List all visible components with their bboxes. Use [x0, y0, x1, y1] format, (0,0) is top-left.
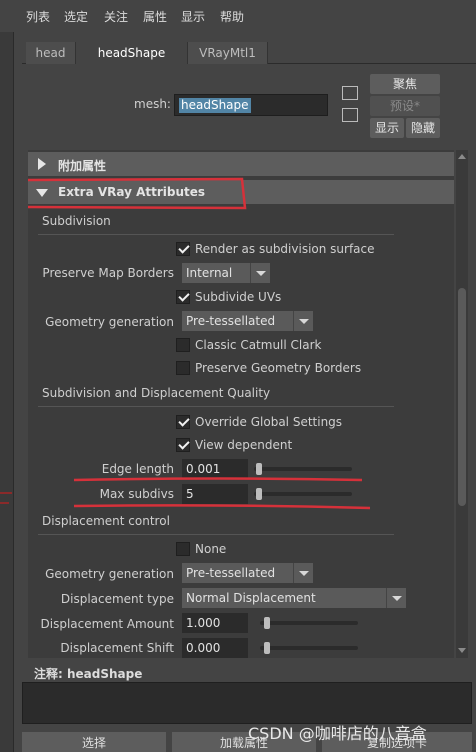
- section-divider: [38, 234, 394, 235]
- collapsed-arrow-icon: [38, 158, 46, 170]
- menu-help[interactable]: 帮助: [220, 8, 244, 25]
- geometry-generation-label: Geometry generation: [45, 315, 174, 329]
- watermark-text: CSDN @咖啡店的八音盒: [248, 724, 427, 743]
- menu-bar: 列表 选定 关注 属性 显示 帮助: [0, 0, 476, 32]
- extra-attributes-label: 附加属性: [58, 159, 107, 173]
- preserve-map-borders-label: Preserve Map Borders: [42, 266, 174, 280]
- chevron-down-icon: [386, 588, 406, 608]
- menu-focus[interactable]: 关注: [104, 8, 128, 25]
- red-underline-marks: [73, 477, 371, 510]
- edge-length-slider[interactable]: [254, 467, 352, 471]
- mesh-name-value: headShape: [179, 98, 251, 113]
- subdivide-uvs-checkbox[interactable]: [176, 290, 190, 304]
- section-divider: [38, 406, 394, 407]
- preserve-map-borders-value: Internal: [186, 266, 233, 280]
- left-dock-strip: [0, 32, 14, 752]
- focus-button[interactable]: 聚焦: [370, 74, 440, 94]
- go-to-input-icon[interactable]: [342, 86, 358, 100]
- override-global-checkbox[interactable]: [176, 415, 190, 429]
- preserve-map-borders-dropdown[interactable]: Internal: [182, 263, 270, 283]
- tab-head[interactable]: head: [26, 42, 76, 64]
- displacement-amount-label: Displacement Amount: [40, 617, 174, 631]
- notes-textarea[interactable]: [22, 682, 472, 724]
- menu-list[interactable]: 列表: [26, 8, 50, 25]
- disp-geometry-generation-value: Pre-tessellated: [186, 566, 276, 580]
- menu-attributes[interactable]: 属性: [143, 8, 167, 25]
- attribute-panel: 附加属性 Extra VRay Attributes Subdivision R…: [28, 150, 454, 658]
- viewport-red-line: [0, 492, 12, 494]
- mesh-label: mesh:: [134, 97, 171, 111]
- mesh-name-field[interactable]: headShape: [174, 94, 328, 116]
- view-dependent-checkbox[interactable]: [176, 438, 190, 452]
- red-highlight-box: [28, 177, 247, 210]
- notes-shape-name: headShape: [67, 667, 143, 681]
- presets-button[interactable]: 预设*: [370, 96, 440, 116]
- displacement-amount-slider[interactable]: [260, 621, 358, 625]
- tab-headshape[interactable]: headShape: [76, 42, 188, 64]
- extra-attributes-header[interactable]: 附加属性: [28, 152, 454, 176]
- subdivide-uvs-label: Subdivide UVs: [195, 290, 282, 304]
- node-tabs: head headShape VRayMtl1: [22, 42, 476, 64]
- scrollbar-thumb[interactable]: [458, 288, 466, 506]
- scroll-down-icon[interactable]: [458, 648, 466, 653]
- displacement-type-label: Displacement type: [60, 592, 174, 606]
- notes-label: 注释: headShape: [34, 665, 142, 682]
- menu-select[interactable]: 选定: [64, 8, 88, 25]
- go-to-output-icon[interactable]: [342, 108, 358, 122]
- displacement-amount-slider-handle[interactable]: [264, 617, 270, 629]
- displacement-type-dropdown[interactable]: Normal Displacement: [182, 588, 406, 608]
- subdivision-section-title: Subdivision: [42, 214, 111, 228]
- displacement-shift-label: Displacement Shift: [60, 641, 174, 655]
- chevron-down-icon: [293, 563, 313, 583]
- panel-scrollbar[interactable]: [456, 150, 468, 658]
- override-global-label: Override Global Settings: [195, 415, 343, 429]
- chevron-down-icon: [250, 263, 270, 283]
- quality-section-title: Subdivision and Displacement Quality: [42, 386, 271, 400]
- preserve-geometry-borders-label: Preserve Geometry Borders: [195, 361, 362, 375]
- chevron-down-icon: [293, 311, 313, 331]
- tab-vraymtl1[interactable]: VRayMtl1: [188, 42, 268, 64]
- view-dependent-label: View dependent: [195, 438, 293, 452]
- displacement-shift-field[interactable]: 0.000: [182, 638, 248, 658]
- displacement-shift-slider[interactable]: [260, 646, 358, 650]
- none-label: None: [195, 542, 227, 556]
- menu-display[interactable]: 显示: [181, 8, 205, 25]
- none-checkbox[interactable]: [176, 542, 190, 556]
- displacement-section-title: Displacement control: [42, 514, 170, 528]
- displacement-amount-field[interactable]: 1.000: [182, 613, 248, 633]
- section-divider: [38, 534, 394, 535]
- preserve-geometry-borders-checkbox[interactable]: [176, 361, 190, 375]
- render-subdiv-label: Render as subdivision surface: [195, 242, 375, 256]
- geometry-generation-dropdown[interactable]: Pre-tessellated: [182, 311, 313, 331]
- disp-geometry-generation-label: Geometry generation: [45, 567, 174, 581]
- geometry-generation-value: Pre-tessellated: [186, 314, 276, 328]
- classic-catmull-label: Classic Catmull Clark: [195, 338, 322, 352]
- scroll-up-icon[interactable]: [458, 154, 466, 159]
- select-button[interactable]: 选择: [22, 732, 166, 752]
- classic-catmull-checkbox[interactable]: [176, 338, 190, 352]
- displacement-shift-slider-handle[interactable]: [264, 642, 270, 654]
- disp-geometry-generation-dropdown[interactable]: Pre-tessellated: [182, 563, 313, 583]
- viewport-red-line-2: [0, 502, 9, 504]
- render-subdiv-checkbox[interactable]: [176, 242, 190, 256]
- hide-button[interactable]: 隐藏: [406, 118, 440, 138]
- notes-prefix: 注释:: [34, 667, 63, 681]
- displacement-type-value: Normal Displacement: [186, 591, 316, 605]
- show-button[interactable]: 显示: [370, 118, 404, 138]
